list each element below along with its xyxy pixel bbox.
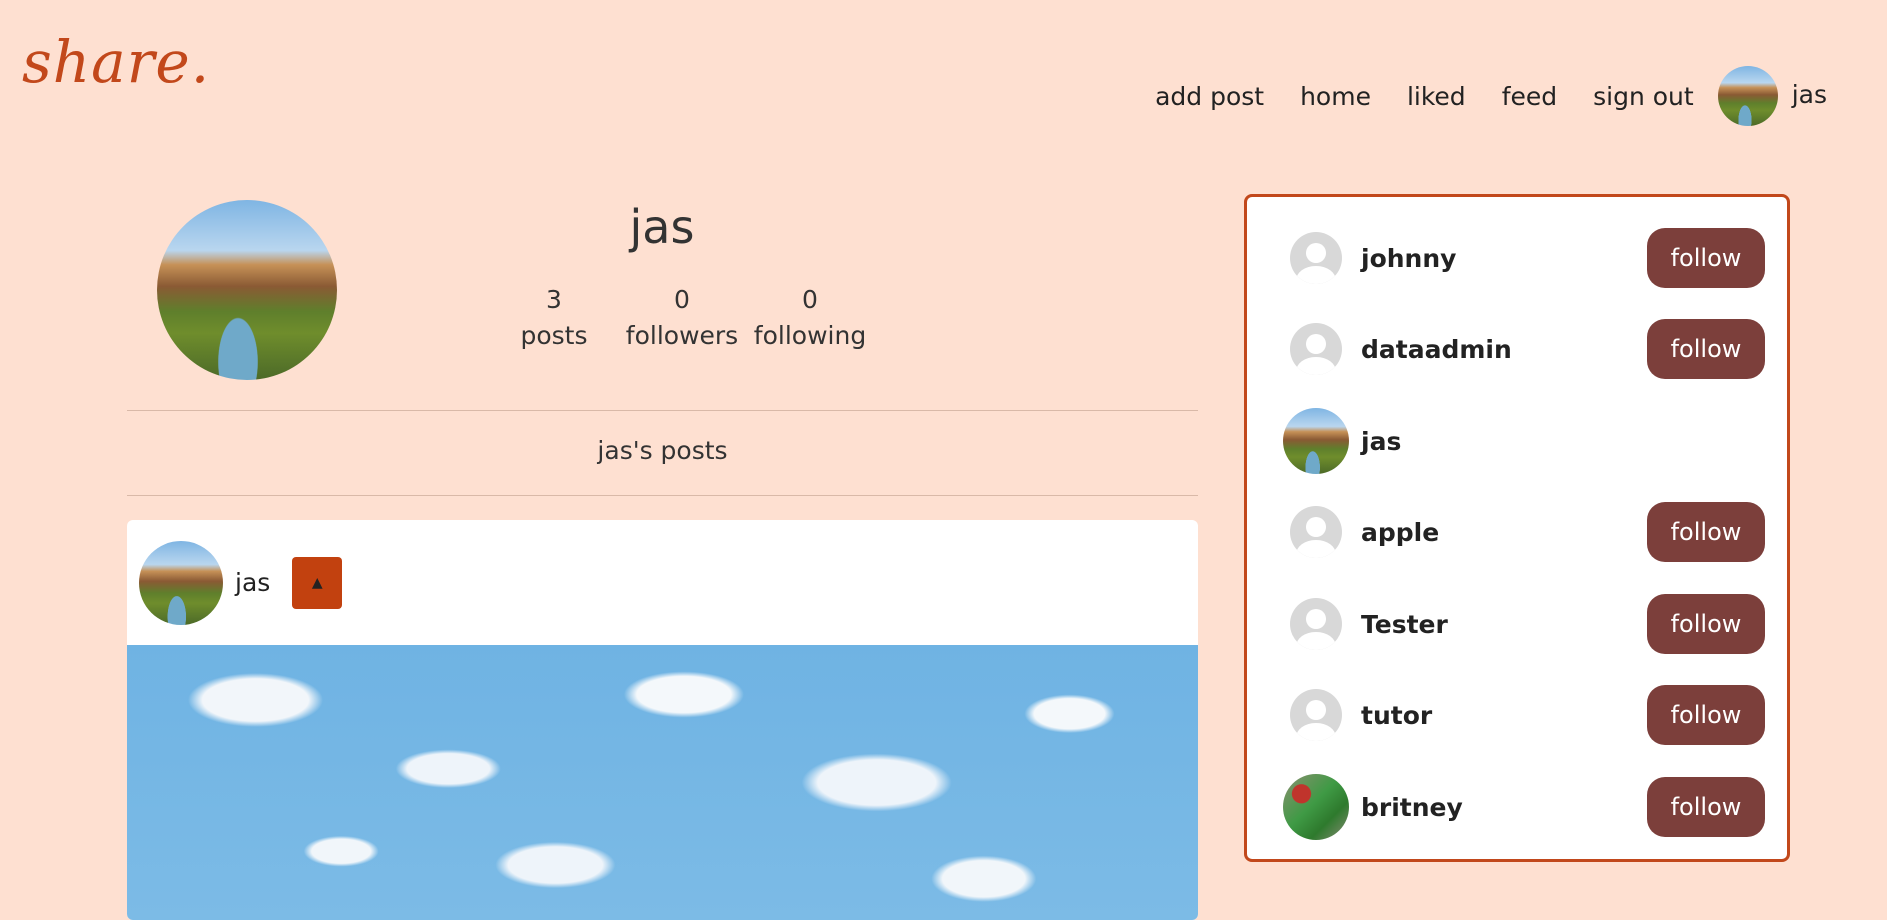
- stat-following: 0 following: [746, 282, 874, 354]
- user-avatar[interactable]: [1290, 232, 1342, 284]
- profile-name: jas: [629, 200, 695, 254]
- user-name[interactable]: apple: [1361, 518, 1647, 547]
- user-row-dataadmin: dataadmin follow: [1283, 316, 1765, 382]
- user-avatar[interactable]: [1290, 598, 1342, 650]
- stat-posts-label: posts: [520, 321, 588, 350]
- stat-following-label: following: [753, 321, 867, 350]
- posts-heading: jas's posts: [597, 436, 728, 465]
- stat-followers: 0 followers: [618, 282, 746, 354]
- stat-posts-value: 3: [546, 285, 562, 314]
- user-row-tutor: tutor follow: [1283, 682, 1765, 748]
- user-name[interactable]: dataadmin: [1361, 335, 1647, 364]
- post-author-avatar[interactable]: [139, 540, 223, 625]
- user-avatar[interactable]: [1283, 408, 1349, 474]
- divider-bottom: [127, 495, 1198, 496]
- users-panel: johnny follow dataadmin follow jas apple…: [1244, 194, 1790, 862]
- stat-followers-label: followers: [625, 321, 739, 350]
- follow-button-tutor[interactable]: follow: [1647, 685, 1765, 745]
- stat-followers-value: 0: [674, 285, 690, 314]
- user-name[interactable]: jas: [1361, 427, 1765, 456]
- follow-button-apple[interactable]: follow: [1647, 502, 1765, 562]
- caret-up-icon: ▲: [311, 574, 323, 591]
- follow-button-tester[interactable]: follow: [1647, 594, 1765, 654]
- user-avatar[interactable]: [1290, 689, 1342, 741]
- follow-button-dataadmin[interactable]: follow: [1647, 319, 1765, 379]
- follow-button-johnny[interactable]: follow: [1647, 228, 1765, 288]
- post-card: jas ▲: [127, 520, 1198, 920]
- profile-stats: 3 posts 0 followers 0 following: [490, 282, 874, 354]
- nav-user[interactable]: jas: [1717, 66, 1827, 126]
- user-avatar[interactable]: [1290, 506, 1342, 558]
- nav-sign-out[interactable]: sign out: [1593, 82, 1694, 111]
- user-row-jas: jas: [1283, 408, 1765, 474]
- top-nav: add post home liked feed sign out jas: [1119, 62, 1827, 130]
- user-name[interactable]: tutor: [1361, 701, 1647, 730]
- user-name[interactable]: johnny: [1361, 244, 1647, 273]
- user-name[interactable]: britney: [1361, 793, 1647, 822]
- stat-posts: 3 posts: [490, 282, 618, 354]
- user-row-britney: britney follow: [1283, 774, 1765, 840]
- nav-user-avatar[interactable]: [1717, 66, 1778, 126]
- user-row-tester: Tester follow: [1283, 591, 1765, 657]
- post-image[interactable]: [127, 645, 1198, 920]
- nav-add-post[interactable]: add post: [1155, 82, 1264, 111]
- profile-avatar: [157, 200, 337, 380]
- nav-feed[interactable]: feed: [1502, 82, 1557, 111]
- post-author-name[interactable]: jas: [235, 568, 270, 597]
- nav-user-name[interactable]: jas: [1792, 80, 1827, 109]
- post-header: jas ▲: [127, 520, 1198, 645]
- user-avatar[interactable]: [1283, 774, 1349, 840]
- follow-button-britney[interactable]: follow: [1647, 777, 1765, 837]
- user-row-johnny: johnny follow: [1283, 225, 1765, 291]
- user-row-apple: apple follow: [1283, 499, 1765, 565]
- divider-top: [127, 410, 1198, 411]
- brand-logo[interactable]: share.: [22, 28, 210, 96]
- user-avatar[interactable]: [1290, 323, 1342, 375]
- user-name[interactable]: Tester: [1361, 610, 1647, 639]
- nav-home[interactable]: home: [1300, 82, 1371, 111]
- stat-following-value: 0: [802, 285, 818, 314]
- post-menu-button[interactable]: ▲: [292, 556, 343, 609]
- nav-liked[interactable]: liked: [1407, 82, 1466, 111]
